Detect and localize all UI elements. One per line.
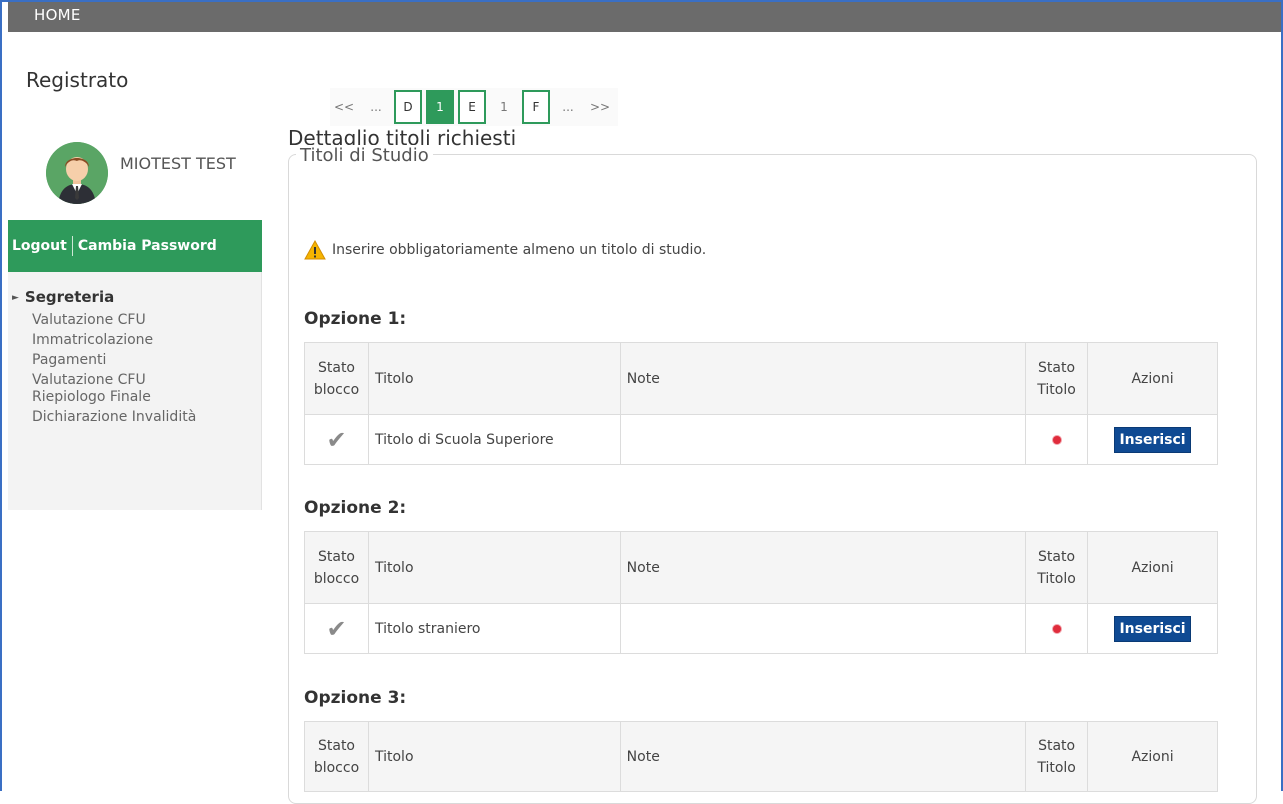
menu-section-label: Segreteria xyxy=(24,288,115,306)
cell-stato-blocco: ✔ xyxy=(304,414,369,465)
col-stato-titolo: Stato Titolo xyxy=(1025,531,1089,604)
check-icon: ✔ xyxy=(326,425,347,454)
option-1-title: Opzione 1: xyxy=(304,309,407,329)
table-row: ✔ Titolo straniero Inserisci xyxy=(304,603,1218,654)
pager-step-d[interactable]: D xyxy=(394,90,422,124)
cell-stato-blocco: ✔ xyxy=(304,603,369,654)
user-avatar-icon xyxy=(46,142,108,204)
table-header-row: Stato blocco Titolo Note Stato Titolo Azio… xyxy=(304,531,1218,604)
col-note: Note xyxy=(619,342,1027,415)
option-3-table: Stato blocco Titolo Note Stato Titolo Azio… xyxy=(304,721,1218,792)
table-header-row: Stato blocco Titolo Note Stato Titolo Azio… xyxy=(304,342,1218,415)
col-stato-blocco: Stato blocco xyxy=(304,342,369,415)
sidebar-item-pagamenti[interactable]: Pagamenti xyxy=(8,350,262,370)
col-azioni: Azioni xyxy=(1087,342,1218,415)
status-dot-icon xyxy=(1052,435,1061,444)
col-stato-titolo: Stato Titolo xyxy=(1025,342,1089,415)
option-2-title: Opzione 2: xyxy=(304,498,407,518)
cell-titolo: Titolo straniero xyxy=(367,603,621,654)
col-stato-blocco: Stato blocco xyxy=(304,531,369,604)
table-row: ✔ Titolo di Scuola Superiore Inserisci xyxy=(304,414,1218,465)
option-3-title: Opzione 3: xyxy=(304,688,407,708)
logout-link[interactable]: Logout xyxy=(12,238,67,254)
header-line: blocco xyxy=(313,570,360,587)
inserisci-button[interactable]: Inserisci xyxy=(1114,426,1191,453)
sidebar-menu: ► Segreteria Valutazione CFU Immatricolaz… xyxy=(8,288,262,427)
pager-ellipsis: ... xyxy=(562,100,574,114)
col-azioni: Azioni xyxy=(1087,721,1218,792)
status-dot-icon xyxy=(1052,624,1061,633)
header-line: Stato xyxy=(1038,737,1076,754)
table-header-row: Stato blocco Titolo Note Stato Titolo Azio… xyxy=(304,721,1218,792)
header-line: Titolo xyxy=(1037,381,1076,398)
pager-first[interactable]: << xyxy=(330,90,358,124)
change-password-link[interactable]: Cambia Password xyxy=(78,238,217,254)
cell-stato-titolo xyxy=(1025,414,1089,465)
avatar xyxy=(46,142,108,204)
header-line: Stato xyxy=(1038,359,1076,376)
top-nav-bar: HOME xyxy=(8,2,1281,32)
col-titolo: Titolo xyxy=(367,342,621,415)
sidebar-item-valutazione-cfu-riepilogo[interactable]: Valutazione CFU Riepiologo Finale xyxy=(8,370,262,407)
warning-message: Inserire obbligatoriamente almeno un tit… xyxy=(304,240,706,260)
option-1-table: Stato blocco Titolo Note Stato Titolo Azio… xyxy=(304,342,1218,465)
user-panel: Registrato MIOTEST TEST xyxy=(8,32,262,220)
cell-stato-titolo xyxy=(1025,603,1089,654)
col-stato-blocco: Stato blocco xyxy=(304,721,369,792)
home-link[interactable]: HOME xyxy=(34,6,81,24)
sidebar-item-valutazione-cfu[interactable]: Valutazione CFU xyxy=(8,310,262,330)
sidebar-item-label: Valutazione CFU xyxy=(32,372,146,388)
option-2-table: Stato blocco Titolo Note Stato Titolo Azio… xyxy=(304,531,1218,654)
cell-azioni: Inserisci xyxy=(1087,603,1218,654)
cell-note xyxy=(619,603,1027,654)
menu-section-segreteria[interactable]: ► Segreteria xyxy=(8,288,262,310)
triangle-right-icon: ► xyxy=(12,293,19,303)
inserisci-button[interactable]: Inserisci xyxy=(1114,615,1191,642)
warning-icon xyxy=(304,240,326,260)
header-line: Stato xyxy=(317,737,355,754)
pager-step-e[interactable]: E xyxy=(458,90,486,124)
sidebar-item-dichiarazione-invalidita[interactable]: Dichiarazione Invalidità xyxy=(8,407,262,427)
step-pager: << ... D 1 E 1 F ... >> xyxy=(330,88,618,126)
col-note: Note xyxy=(619,531,1027,604)
registered-label: Registrato xyxy=(26,68,129,92)
separator xyxy=(71,236,73,256)
header-line: blocco xyxy=(313,759,360,776)
pager-ellipsis: ... xyxy=(370,100,382,114)
col-titolo: Titolo xyxy=(367,721,621,792)
pager-step-current[interactable]: 1 xyxy=(426,90,454,124)
pager-step-f[interactable]: F xyxy=(522,90,550,124)
header-line: Titolo xyxy=(1037,759,1076,776)
user-name: MIOTEST TEST xyxy=(120,154,236,173)
header-line: Stato xyxy=(1038,548,1076,565)
cell-azioni: Inserisci xyxy=(1087,414,1218,465)
sidebar: Registrato MIOTEST TEST Logout Cambia Pas… xyxy=(8,32,262,510)
header-line: Titolo xyxy=(1037,570,1076,587)
header-line: blocco xyxy=(313,381,360,398)
pager-step-number[interactable]: 1 xyxy=(490,90,518,124)
col-note: Note xyxy=(619,721,1027,792)
sidebar-item-label: Riepiologo Finale xyxy=(32,389,151,405)
cell-note xyxy=(619,414,1027,465)
col-azioni: Azioni xyxy=(1087,531,1218,604)
sidebar-item-immatricolazione[interactable]: Immatricolazione xyxy=(8,330,262,350)
pager-last[interactable]: >> xyxy=(586,90,614,124)
col-stato-titolo: Stato Titolo xyxy=(1025,721,1089,792)
header-line: Stato xyxy=(317,359,355,376)
cell-titolo: Titolo di Scuola Superiore xyxy=(367,414,621,465)
check-icon: ✔ xyxy=(326,614,347,643)
col-titolo: Titolo xyxy=(367,531,621,604)
header-line: Stato xyxy=(317,548,355,565)
account-actions-bar: Logout Cambia Password xyxy=(8,220,262,272)
warning-text: Inserire obbligatoriamente almeno un tit… xyxy=(332,242,707,258)
fieldset-legend: Titoli di Studio xyxy=(296,145,433,166)
